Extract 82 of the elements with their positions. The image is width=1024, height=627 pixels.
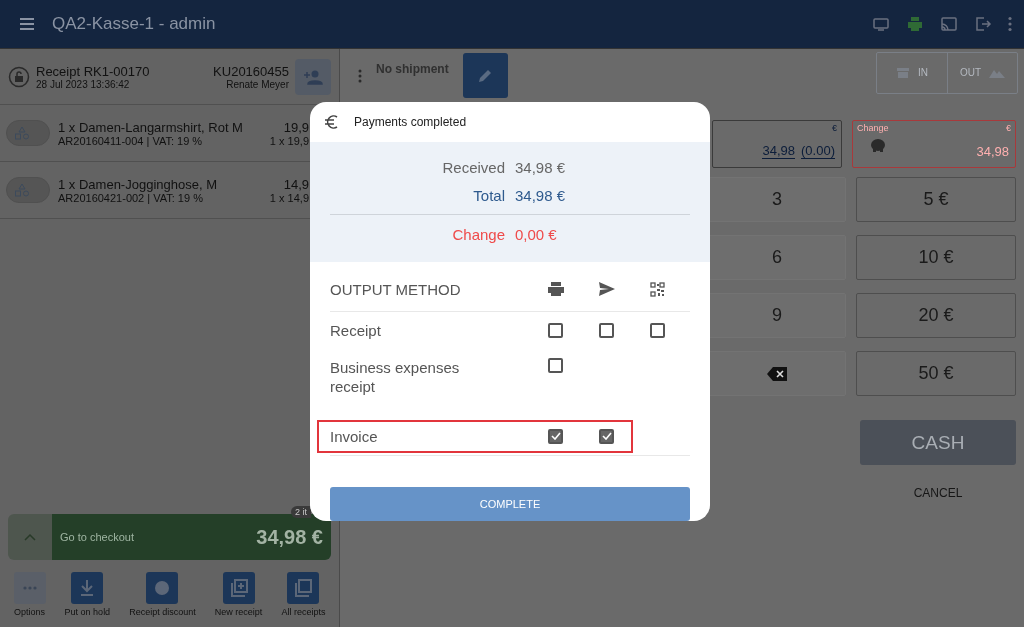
customer-name: Renate Meyer xyxy=(226,78,289,90)
action-button[interactable]: New receipt xyxy=(214,572,263,617)
store-icon xyxy=(896,66,910,79)
output-checkbox[interactable] xyxy=(599,428,614,444)
app-title: QA2-Kasse-1 - admin xyxy=(52,14,217,34)
monitor-icon xyxy=(872,15,890,33)
cash-button[interactable]: CASH xyxy=(860,420,1016,465)
menu-icon xyxy=(18,15,36,33)
cast-icon xyxy=(940,15,958,33)
summary-value: 34,98 € xyxy=(515,159,567,176)
change-field: Change € 34,98 xyxy=(852,120,1016,168)
item-unit-price: 1 x 14,9 xyxy=(269,191,309,204)
customer-number: KU20160455 xyxy=(213,63,289,79)
shapes-icon xyxy=(6,177,50,203)
more-icon xyxy=(358,68,362,83)
action-button[interactable]: Put on hold xyxy=(64,572,111,617)
check-icon xyxy=(550,432,561,440)
more-icon xyxy=(13,572,46,604)
output-checkbox[interactable] xyxy=(650,323,665,338)
add-copy-icon xyxy=(222,572,255,604)
printer-icon xyxy=(906,15,924,33)
checkout-button[interactable]: Go to checkout 34,98 € xyxy=(52,514,331,560)
copy-icon xyxy=(287,572,320,604)
output-label: Invoice xyxy=(330,426,379,446)
summary-label: Total xyxy=(472,187,505,204)
action-button[interactable]: Receipt discount xyxy=(129,572,196,617)
payment-field[interactable]: € 34,98 (0.00) xyxy=(712,120,842,168)
dialog-title: Payments completed xyxy=(354,114,467,129)
keypad-key[interactable]: 6 xyxy=(708,235,846,280)
item-count-badge: 2 it xyxy=(291,506,311,518)
chevron-up-icon xyxy=(24,533,36,541)
download-icon xyxy=(71,572,104,604)
direction-button[interactable]: OUT xyxy=(947,52,1017,93)
cash-note-button[interactable]: 20 € xyxy=(856,293,1016,338)
direction-button[interactable]: IN xyxy=(877,52,947,93)
qr-code-icon xyxy=(650,281,665,297)
cash-note-button[interactable]: 10 € xyxy=(856,235,1016,280)
item-details: AR20160411-004 | VAT: 19 % xyxy=(58,134,203,147)
item-name: 1 x Damen-Langarmshirt, Rot M xyxy=(58,119,243,135)
pencil-icon xyxy=(477,67,494,84)
output-heading: OUTPUT METHOD xyxy=(330,280,462,298)
piggy-bank-icon xyxy=(869,137,887,153)
summary-label: Received xyxy=(441,159,505,176)
keypad-key[interactable]: 3 xyxy=(708,177,846,222)
action-button[interactable]: All receipts xyxy=(281,572,326,617)
check-icon xyxy=(601,432,612,440)
keypad-key[interactable] xyxy=(708,351,846,396)
logout-icon xyxy=(974,15,992,33)
unlock-icon xyxy=(8,65,30,88)
receipt-title: Receipt RK1-00170 xyxy=(36,63,150,79)
cancel-button[interactable]: CANCEL xyxy=(860,485,1016,501)
output-label: Business expenses receipt xyxy=(330,357,461,396)
shipment-label: No shipment xyxy=(376,61,449,76)
item-details: AR20160421-002 | VAT: 19 % xyxy=(58,191,203,204)
output-checkbox[interactable] xyxy=(548,323,563,338)
checkout-label: Go to checkout xyxy=(60,531,134,543)
summary-value: 0,00 € xyxy=(515,225,558,243)
badge-icon xyxy=(146,572,179,604)
checkout-total: 34,98 € xyxy=(256,525,323,549)
output-checkbox[interactable] xyxy=(548,428,563,444)
more-icon xyxy=(1008,16,1012,32)
add-person-icon xyxy=(303,68,323,85)
backspace-icon xyxy=(767,366,787,381)
summary-label: Change xyxy=(451,225,505,243)
cash-note-button[interactable]: 5 € xyxy=(856,177,1016,222)
item-price: 14,9 xyxy=(283,176,309,192)
output-label: Receipt xyxy=(330,321,382,340)
output-checkbox[interactable] xyxy=(548,357,563,373)
receipt-date: 28 Jul 2023 13:36:42 xyxy=(36,78,130,90)
cash-note-button[interactable]: 50 € xyxy=(856,351,1016,396)
item-price: 19,9 xyxy=(283,119,309,135)
action-button[interactable]: Options xyxy=(13,572,46,617)
keypad-key[interactable]: 9 xyxy=(708,293,846,338)
euro-icon xyxy=(324,113,340,130)
item-name: 1 x Damen-Jogginghose, M xyxy=(58,176,217,192)
send-icon xyxy=(597,281,616,297)
item-unit-price: 1 x 19,9 xyxy=(269,134,309,147)
complete-button[interactable]: COMPLETE xyxy=(330,486,690,521)
printer-icon xyxy=(546,281,565,297)
summary-value: 34,98 € xyxy=(515,187,567,204)
output-checkbox[interactable] xyxy=(599,323,614,338)
shapes-icon xyxy=(6,120,50,146)
